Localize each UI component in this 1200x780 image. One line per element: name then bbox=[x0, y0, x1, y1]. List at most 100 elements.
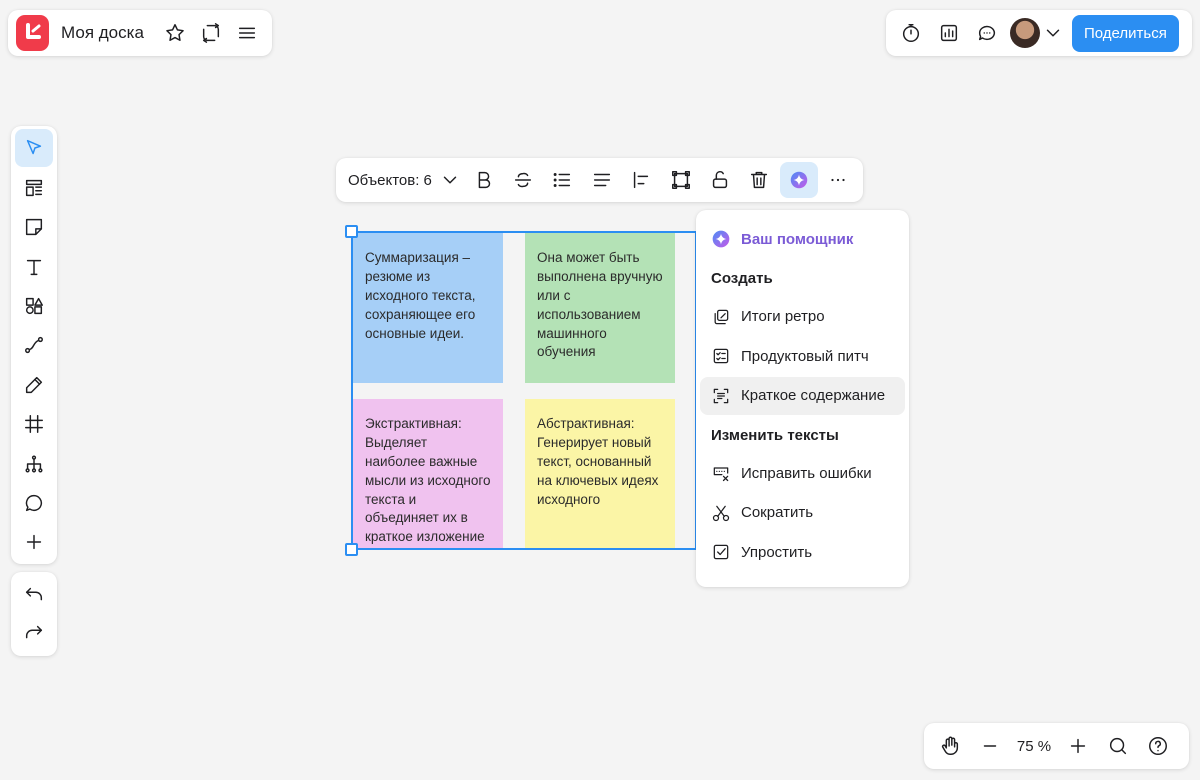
minus-icon bbox=[983, 745, 997, 747]
cursor-icon bbox=[26, 140, 42, 155]
mindmap-tool[interactable] bbox=[15, 445, 53, 483]
more-options-button[interactable] bbox=[819, 162, 857, 198]
zoom-out-button[interactable] bbox=[970, 726, 1010, 766]
share-button[interactable]: Поделиться bbox=[1072, 14, 1179, 52]
resize-handle[interactable] bbox=[345, 543, 358, 556]
board-panel: Моя доска bbox=[8, 10, 272, 56]
board-title[interactable]: Моя доска bbox=[61, 23, 144, 43]
unlock-icon bbox=[712, 170, 728, 189]
timer-icon bbox=[902, 24, 920, 42]
bullet-list-icon bbox=[554, 173, 571, 187]
hand-tool-button[interactable] bbox=[930, 726, 970, 766]
connector-tool[interactable] bbox=[15, 326, 53, 364]
star-icon bbox=[166, 24, 185, 41]
voting-button[interactable] bbox=[930, 14, 968, 52]
menu-item-retro-summary[interactable]: Итоги ретро bbox=[700, 298, 905, 336]
templates-tool[interactable] bbox=[15, 169, 53, 207]
align-icon bbox=[593, 173, 610, 187]
export-button[interactable] bbox=[195, 15, 228, 51]
search-button[interactable] bbox=[1098, 726, 1138, 766]
retro-icon bbox=[714, 309, 729, 324]
shapes-icon bbox=[25, 297, 43, 315]
hamburger-icon bbox=[239, 27, 256, 39]
menu-item-label: Продуктовый питч bbox=[741, 347, 869, 365]
zoom-level[interactable]: 75 % bbox=[1010, 738, 1058, 755]
zoom-panel: 75 % bbox=[924, 723, 1189, 769]
comments-button[interactable] bbox=[968, 14, 1006, 52]
selection-box bbox=[345, 225, 697, 556]
search-icon bbox=[1109, 737, 1127, 755]
trash-icon bbox=[751, 171, 768, 189]
avatar[interactable] bbox=[1010, 18, 1040, 48]
delete-button[interactable] bbox=[740, 162, 778, 198]
objects-count[interactable]: Объектов: 6 bbox=[348, 172, 432, 189]
scissors-icon bbox=[712, 505, 730, 521]
menu-item-simplify[interactable]: Упростить bbox=[700, 533, 905, 571]
selection-toolbar: Объектов: 6 bbox=[336, 158, 863, 202]
more-icon bbox=[831, 178, 845, 182]
pen-tool[interactable] bbox=[15, 366, 53, 404]
align-left-icon bbox=[634, 171, 649, 189]
sticky-note-tool[interactable] bbox=[15, 208, 53, 246]
templates-icon bbox=[25, 179, 43, 196]
strikethrough-button[interactable] bbox=[504, 162, 542, 198]
connector-icon bbox=[25, 337, 43, 354]
assistant-title: Ваш помощник bbox=[741, 230, 854, 248]
ai-sparkle-icon bbox=[712, 230, 730, 248]
more-tools-button[interactable] bbox=[15, 523, 53, 561]
undo-button[interactable] bbox=[16, 577, 52, 613]
section-edit: Изменить тексты bbox=[711, 426, 839, 444]
frame-selection-button[interactable] bbox=[662, 162, 700, 198]
comment-tool[interactable] bbox=[15, 484, 53, 522]
account-dropdown-button[interactable] bbox=[1040, 14, 1066, 52]
app-logo[interactable] bbox=[16, 15, 50, 51]
text-icon bbox=[26, 259, 42, 275]
ai-assistant-button[interactable] bbox=[779, 162, 818, 198]
menu-item-shorten[interactable]: Сократить bbox=[700, 494, 905, 532]
shapes-tool[interactable] bbox=[15, 287, 53, 325]
resize-handle[interactable] bbox=[345, 225, 358, 238]
sticky-note-icon bbox=[25, 219, 43, 236]
help-button[interactable] bbox=[1138, 726, 1178, 766]
object-align-button[interactable] bbox=[622, 162, 660, 198]
zoom-in-button[interactable] bbox=[1058, 726, 1098, 766]
menu-item-label: Упростить bbox=[741, 543, 813, 561]
chart-icon bbox=[940, 24, 958, 42]
section-create: Создать bbox=[711, 270, 773, 287]
menu-item-fix-errors[interactable]: Исправить ошибки bbox=[700, 454, 905, 492]
menu-item-label: Исправить ошибки bbox=[741, 464, 872, 482]
timer-button[interactable] bbox=[892, 14, 930, 52]
chevron-down-icon bbox=[1046, 29, 1060, 37]
summary-icon bbox=[713, 388, 729, 403]
menu-item-label: Итоги ретро bbox=[741, 308, 825, 325]
redo-button[interactable] bbox=[16, 615, 52, 651]
redo-icon bbox=[25, 625, 43, 639]
menu-item-summary[interactable]: Краткое содержание bbox=[700, 376, 905, 415]
menu-item-product-pitch[interactable]: Продуктовый питч bbox=[700, 337, 905, 375]
select-tool[interactable] bbox=[15, 129, 53, 168]
frame-tool[interactable] bbox=[15, 405, 53, 443]
chevron-down-icon bbox=[444, 176, 457, 184]
menu-button[interactable] bbox=[231, 15, 264, 51]
help-icon bbox=[1149, 737, 1167, 755]
mindmap-icon bbox=[25, 454, 43, 473]
bullet-list-button[interactable] bbox=[543, 162, 581, 198]
lock-button[interactable] bbox=[701, 162, 739, 198]
text-tool[interactable] bbox=[15, 248, 53, 286]
pen-icon bbox=[25, 376, 43, 393]
menu-item-label: Сократить bbox=[741, 504, 814, 521]
text-align-button[interactable] bbox=[583, 162, 621, 198]
plus-icon bbox=[26, 535, 42, 550]
left-toolbar bbox=[11, 126, 57, 564]
bold-icon bbox=[478, 171, 490, 189]
checkbox-icon bbox=[713, 544, 729, 560]
bold-button[interactable] bbox=[465, 162, 503, 198]
spellcheck-icon bbox=[713, 467, 729, 482]
objects-dropdown-button[interactable] bbox=[437, 162, 463, 198]
top-right-panel: Поделиться bbox=[886, 10, 1192, 56]
frame-icon bbox=[671, 171, 690, 189]
favorite-button[interactable] bbox=[159, 15, 192, 51]
export-icon bbox=[203, 23, 220, 43]
assistant-header: Ваш помощник bbox=[700, 220, 905, 258]
strikethrough-icon bbox=[514, 172, 532, 188]
